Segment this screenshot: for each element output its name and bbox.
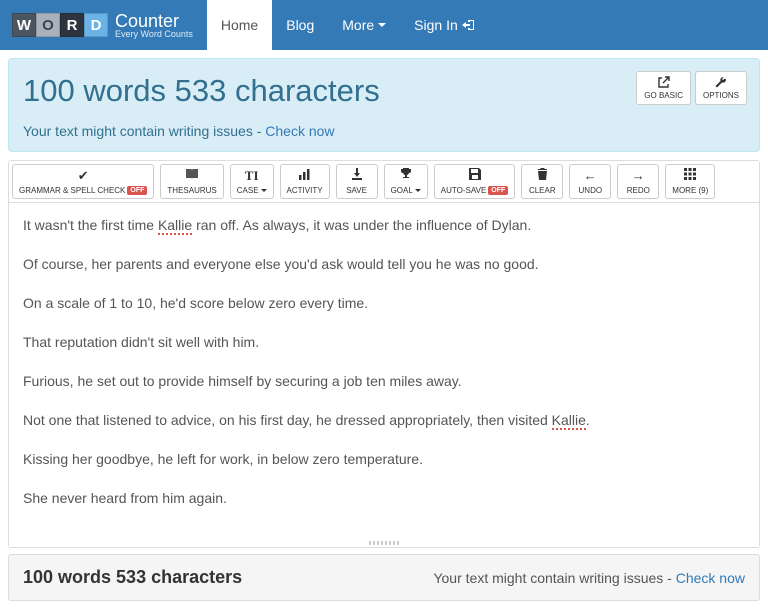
paragraph: She never heard from him again.: [23, 488, 745, 509]
check-now-link[interactable]: Check now: [265, 123, 334, 139]
footer-count: 100 words 533 characters: [23, 567, 242, 588]
book-icon: [167, 168, 216, 184]
editor-container: ✔ GRAMMAR & SPELL CHECK OFF THESAURUS TI…: [8, 160, 760, 548]
external-link-icon: [644, 76, 683, 89]
save-button[interactable]: SAVE: [336, 164, 378, 199]
chevron-down-icon: [378, 23, 386, 27]
case-button[interactable]: TI CASE: [230, 164, 274, 199]
text-case-icon: TI: [237, 168, 267, 184]
goal-button[interactable]: GOAL: [384, 164, 428, 199]
chevron-down-icon: [261, 189, 267, 192]
clear-button[interactable]: CLEAR: [521, 164, 563, 199]
navbar: W O R D Counter Every Word Counts Home B…: [0, 0, 768, 50]
check-icon: ✔: [19, 168, 147, 184]
logo-tile-d: D: [84, 13, 108, 37]
issues-notice: Your text might contain writing issues -…: [23, 123, 745, 139]
spelling-error[interactable]: Kallie: [552, 412, 586, 430]
nav-blog[interactable]: Blog: [272, 0, 328, 50]
trophy-icon: [391, 168, 421, 184]
activity-button[interactable]: ACTIVITY: [280, 164, 330, 199]
redo-button[interactable]: → REDO: [617, 164, 659, 199]
nav-home[interactable]: Home: [207, 0, 272, 50]
footer-bar: 100 words 533 characters Your text might…: [8, 554, 760, 601]
options-button[interactable]: OPTIONS: [695, 71, 747, 105]
trash-icon: [528, 168, 556, 184]
nav-more[interactable]: More: [328, 0, 400, 50]
undo-button[interactable]: ← UNDO: [569, 164, 611, 199]
grid-icon: [672, 168, 708, 184]
paragraph: That reputation didn't sit well with him…: [23, 332, 745, 353]
summary-panel: 100 words 533 characters Your text might…: [8, 58, 760, 152]
paragraph: On a scale of 1 to 10, he'd score below …: [23, 293, 745, 314]
floppy-icon: [441, 168, 509, 184]
autosave-button[interactable]: AUTO-SAVE OFF: [434, 164, 516, 199]
paragraph: Furious, he set out to provide himself b…: [23, 371, 745, 392]
signin-icon: [462, 19, 476, 31]
chevron-down-icon: [415, 189, 421, 192]
brand-text: Counter Every Word Counts: [115, 12, 193, 39]
paragraph: Not one that listened to advice, on his …: [23, 410, 745, 431]
resize-handle[interactable]: [9, 539, 759, 547]
arrow-right-icon: →: [624, 168, 652, 184]
logo-tile-o: O: [36, 13, 60, 37]
logo-tile-r: R: [60, 13, 84, 37]
nav-tabs: Home Blog More Sign In: [207, 0, 490, 50]
toolbar: ✔ GRAMMAR & SPELL CHECK OFF THESAURUS TI…: [9, 161, 759, 203]
go-basic-button[interactable]: GO BASIC: [636, 71, 691, 105]
footer-issues: Your text might contain writing issues -…: [433, 570, 745, 586]
grammar-check-button[interactable]: ✔ GRAMMAR & SPELL CHECK OFF: [12, 164, 154, 199]
footer-check-link[interactable]: Check now: [676, 570, 745, 586]
paragraph: Kissing her goodbye, he left for work, i…: [23, 449, 745, 470]
more-button[interactable]: MORE (9): [665, 164, 715, 199]
logo-tile-w: W: [12, 13, 36, 37]
wrench-icon: [703, 76, 739, 89]
text-editor[interactable]: It wasn't the first time Kallie ran off.…: [9, 203, 759, 539]
thesaurus-button[interactable]: THESAURUS: [160, 164, 223, 199]
arrow-left-icon: ←: [576, 168, 604, 184]
brand-logo[interactable]: W O R D Counter Every Word Counts: [12, 12, 193, 39]
nav-signin[interactable]: Sign In: [400, 0, 490, 50]
spelling-error[interactable]: Kallie: [158, 217, 192, 235]
paragraph: Of course, her parents and everyone else…: [23, 254, 745, 275]
download-icon: [343, 168, 371, 184]
bar-chart-icon: [287, 168, 323, 184]
paragraph: It wasn't the first time Kallie ran off.…: [23, 215, 745, 236]
